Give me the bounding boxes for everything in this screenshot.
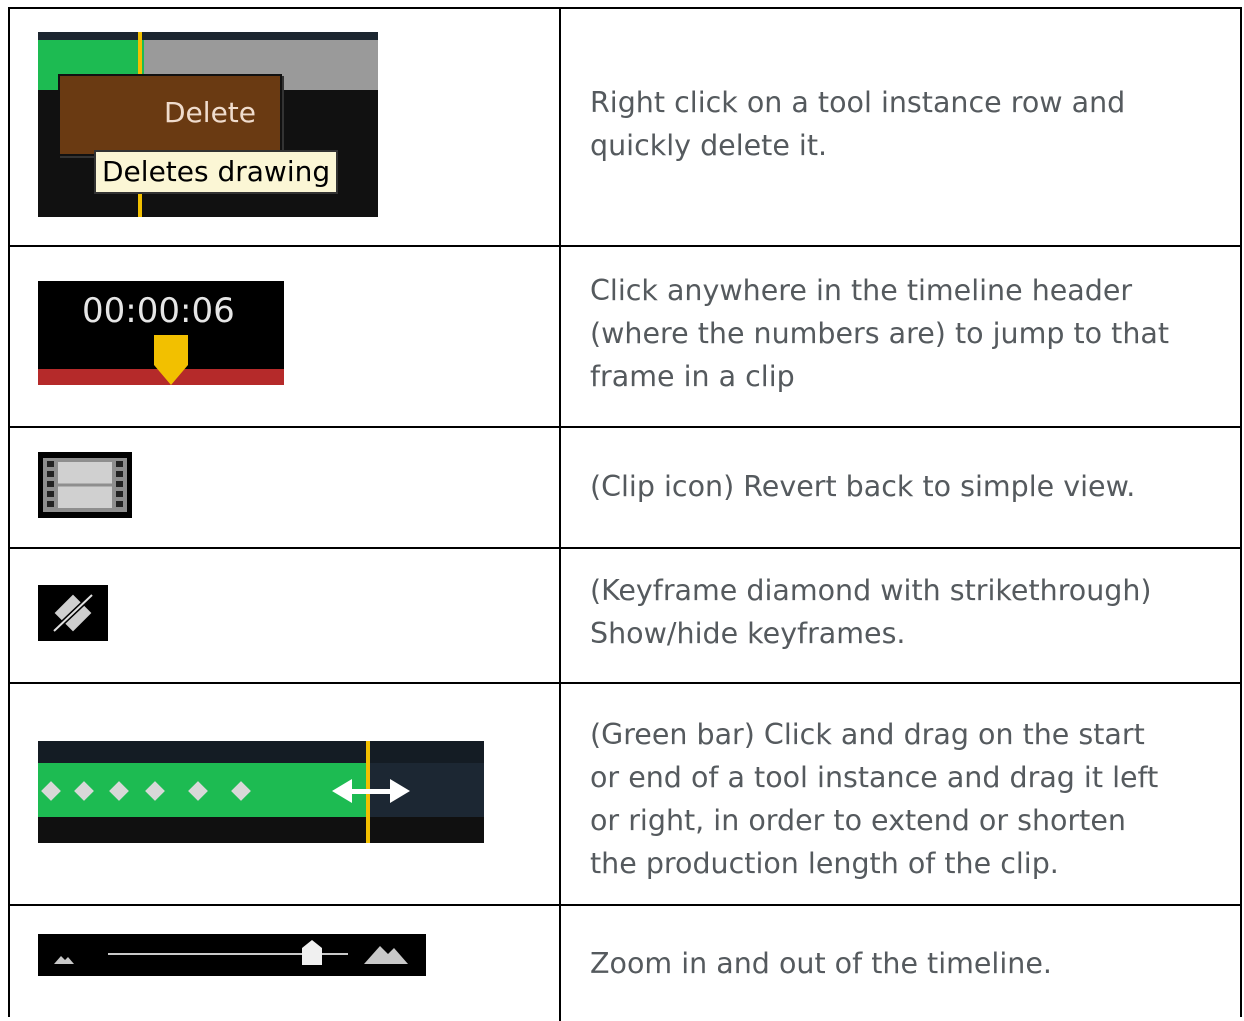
column-divider [559,684,561,904]
table-row: Zoom in and out of the timeline. [10,906,1240,1021]
zoom-slider[interactable] [38,934,426,976]
delete-menu-item[interactable]: Delete [164,96,256,129]
timeline-header-screenshot[interactable]: 00:00:06 [38,281,284,385]
table-row: Delete Deletes drawing Right click on a … [10,9,1240,247]
green-bar-screenshot[interactable] [38,741,484,843]
resize-arrow-icon [332,779,410,803]
column-divider [559,906,561,1021]
row-description: (Clip icon) Revert back to simple view. [590,470,1136,503]
column-divider [559,247,561,426]
column-divider [559,549,561,682]
row-description: Click anywhere in the timeline header (w… [590,274,1170,393]
table-row: (Keyframe diamond with strikethrough) Sh… [10,549,1240,684]
keyframe-strike-icon[interactable] [38,585,108,641]
table-row: 00:00:06 Click anywhere in the timeline … [10,247,1240,428]
table-row: (Green bar) Click and drag on the start … [10,684,1240,906]
column-divider [559,9,561,245]
row-description: (Green bar) Click and drag on the start … [590,718,1159,880]
row-description: (Keyframe diamond with strikethrough) Sh… [590,574,1152,650]
keyframe-diamonds [41,781,251,801]
tooltip: Deletes drawing [94,150,339,194]
film-clip-icon[interactable] [38,452,132,518]
column-divider [559,428,561,547]
timecode-label: 00:00:06 [82,291,235,331]
table-row: (Clip icon) Revert back to simple view. [10,428,1240,549]
playhead-marker-icon[interactable] [152,335,192,385]
feature-table: Delete Deletes drawing Right click on a … [8,7,1242,1021]
row-description: Right click on a tool instance row and q… [590,86,1126,162]
row-description: Zoom in and out of the timeline. [590,947,1052,980]
delete-context-menu-screenshot: Delete Deletes drawing [38,32,378,217]
context-menu[interactable]: Delete [58,74,282,156]
